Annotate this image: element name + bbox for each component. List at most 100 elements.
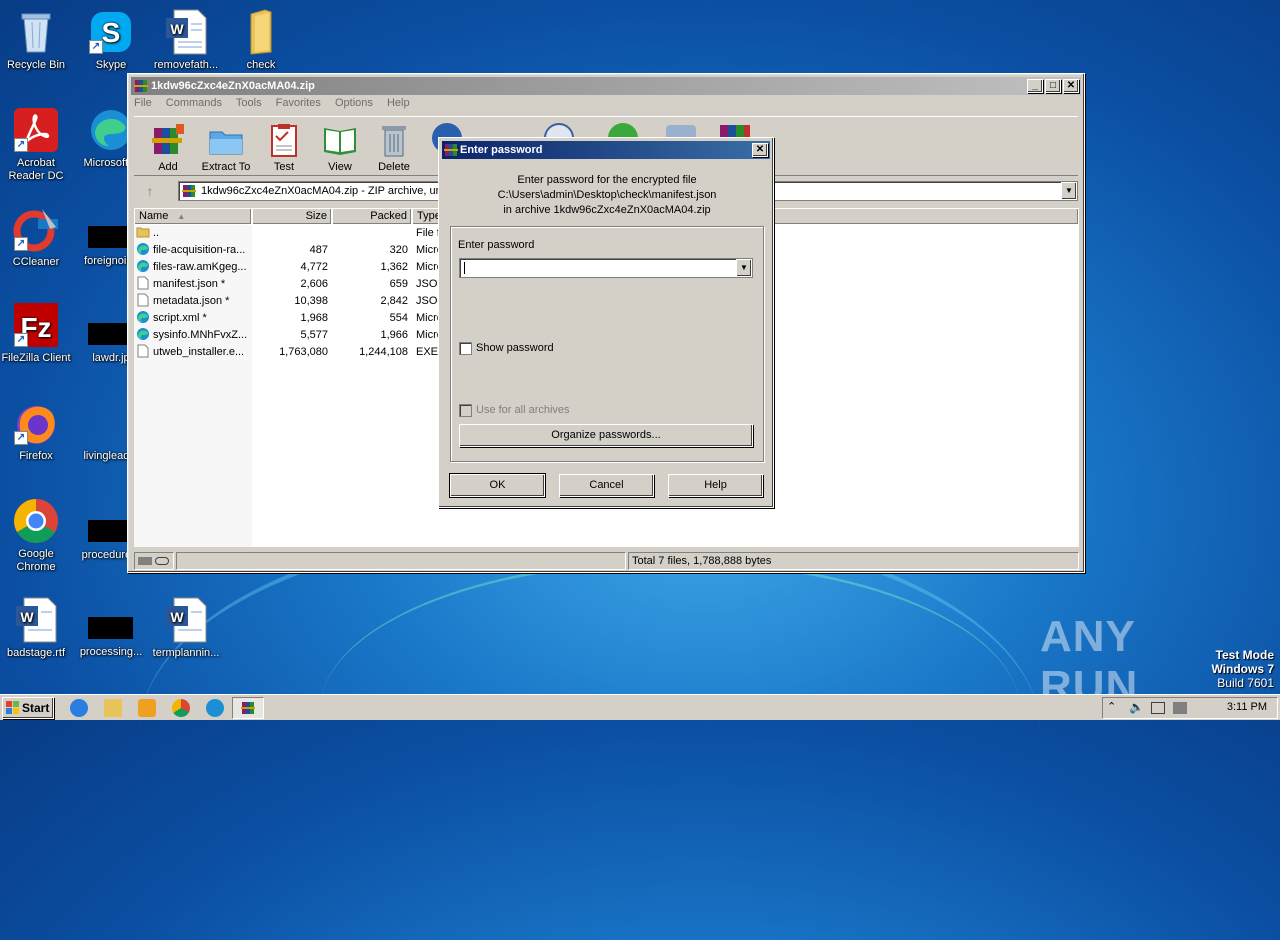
shortcut-arrow-icon: ↗ (14, 333, 28, 347)
media-player-icon[interactable] (138, 699, 156, 717)
menu-tools[interactable]: Tools (236, 97, 262, 109)
file-packed: 2,842 (380, 295, 408, 307)
word-document-icon: W (12, 596, 60, 644)
menu-commands[interactable]: Commands (166, 97, 222, 109)
volume-icon[interactable]: 🔈 (1129, 700, 1144, 714)
menu-favorites[interactable]: Favorites (276, 97, 321, 109)
menu-options[interactable]: Options (335, 97, 373, 109)
file-size: 10,398 (294, 295, 328, 307)
delete-button[interactable]: Delete (364, 122, 424, 173)
edge-file-icon (136, 327, 150, 341)
extract-folder-icon (208, 122, 244, 158)
redacted-thumbnail (88, 226, 128, 248)
chevron-down-icon[interactable]: ▼ (736, 259, 752, 277)
tool-label: Extract To (201, 161, 251, 173)
ccleaner-icon: ↗ (12, 205, 60, 253)
file-name: manifest.json * (136, 276, 250, 293)
file-size: 1,763,080 (279, 346, 328, 358)
clock[interactable]: 3:11 PM (1227, 701, 1267, 713)
view-button[interactable]: View (310, 122, 370, 173)
explorer-folder-icon[interactable] (104, 699, 122, 717)
file-name: metadata.json * (136, 293, 250, 310)
file-name: utweb_installer.e... (136, 344, 250, 361)
menu-file[interactable]: File (134, 97, 152, 109)
menu-help[interactable]: Help (387, 97, 410, 109)
start-button[interactable]: Start (2, 697, 54, 719)
close-button[interactable]: ✕ (1063, 79, 1079, 93)
extract-to-button[interactable]: Extract To (196, 122, 256, 173)
column-name[interactable]: Name ▲ (134, 208, 252, 225)
firefox-icon: ↗ (12, 399, 60, 447)
file-name-text: script.xml * (153, 312, 207, 324)
file-size: 487 (309, 244, 328, 256)
file-name-text: file-acquisition-ra... (153, 244, 246, 256)
dialog-archive-name: in archive 1kdw96cZxc4eZnX0acMA04.zip (503, 204, 711, 216)
dialog-titlebar[interactable]: Enter password ✕ (442, 141, 770, 159)
desktop-icon-badstage[interactable]: W badstage.rtf (0, 596, 74, 660)
show-password-label[interactable]: Show password (476, 342, 554, 354)
desktop-icon-filezilla[interactable]: Fz ↗ FileZilla Client (0, 301, 74, 365)
file-packed: 1,244,108 (359, 346, 408, 358)
tool-label: Add (158, 161, 178, 173)
add-button[interactable]: Add (138, 122, 198, 173)
desktop-icon-label: termplannin... (152, 647, 220, 659)
desktop-icon-termplannin[interactable]: W termplannin... (148, 596, 224, 660)
menu-bar: File Commands Tools Favorites Options He… (134, 97, 421, 113)
action-center-icon[interactable] (1173, 702, 1187, 714)
winrar-app-icon (241, 701, 255, 715)
enter-password-dialog: Enter password ✕ Enter password for the … (438, 137, 774, 508)
desktop-icon-label: check (246, 59, 276, 71)
desktop-icon-label: removefath... (153, 59, 219, 71)
maximize-button[interactable]: □ (1045, 79, 1061, 93)
file-packed: 1,966 (380, 329, 408, 341)
desktop-icon-skype[interactable]: S ↗ Skype (73, 8, 149, 72)
file-name-text: metadata.json * (153, 295, 230, 307)
winrar-taskbar-button[interactable] (232, 697, 264, 719)
up-arrow-icon[interactable]: ↑ (138, 183, 162, 203)
desktop-icon-removefath[interactable]: W removefath... (148, 8, 224, 72)
folder-up-icon (136, 225, 150, 239)
dialog-close-button[interactable]: ✕ (752, 143, 768, 157)
column-packed[interactable]: Packed (332, 208, 412, 225)
organize-passwords-button[interactable]: Organize passwords... (459, 424, 753, 447)
show-password-checkbox[interactable] (459, 342, 472, 355)
desktop-icon-google-chrome[interactable]: Google Chrome (0, 497, 74, 574)
desktop-icon-processing[interactable]: processing... (73, 646, 149, 659)
use-for-all-label: Use for all archives (476, 404, 570, 416)
test-button[interactable]: Test (254, 122, 314, 173)
word-document-icon: W (162, 596, 210, 644)
dialog-title: Enter password (460, 144, 543, 156)
edge-file-icon (136, 310, 150, 324)
word-document-icon: W (162, 8, 210, 56)
svg-text:W: W (170, 21, 184, 37)
password-input[interactable]: ▼ (459, 258, 753, 278)
desktop-icon-check[interactable]: check (223, 8, 299, 72)
minimize-button[interactable]: _ (1027, 79, 1043, 93)
ie-icon[interactable] (70, 699, 88, 717)
desktop-icon-firefox[interactable]: ↗ Firefox (0, 399, 74, 463)
status-drive-icons (134, 552, 174, 570)
file-name: .. (136, 225, 250, 242)
folder-icon (237, 8, 285, 56)
column-size[interactable]: Size (252, 208, 332, 225)
file-name: sysinfo.MNhFvxZ... (136, 327, 250, 344)
help-button[interactable]: Help (668, 474, 763, 497)
cancel-button[interactable]: Cancel (559, 474, 654, 497)
dialog-message-line1: Enter password for the encrypted file (517, 174, 697, 186)
chrome-taskbar-icon[interactable] (172, 699, 190, 717)
winrar-titlebar[interactable]: 1kdw96cZxc4eZnX0acMA04.zip _ □ ✕ (131, 77, 1081, 95)
desktop-icon-ccleaner[interactable]: ↗ CCleaner (0, 205, 74, 269)
edge-taskbar-icon[interactable] (206, 699, 224, 717)
test-clipboard-icon (266, 122, 302, 158)
desktop-icon-acrobat[interactable]: ↗ Acrobat Reader DC (0, 106, 74, 183)
desktop-icon-recycle-bin[interactable]: Recycle Bin (0, 8, 74, 72)
chevron-down-icon[interactable]: ▼ (1061, 182, 1077, 200)
system-tray: ⌃ 🔈 3:11 PM (1102, 697, 1278, 719)
ok-button[interactable]: OK (449, 473, 546, 498)
desktop-icon-label: FileZilla Client (1, 352, 71, 364)
network-icon[interactable] (1151, 702, 1165, 714)
document-icon (136, 293, 150, 307)
column-name-label: Name (139, 210, 169, 222)
show-hidden-icons-icon[interactable]: ⌃ (1107, 700, 1116, 713)
desktop-icon-label: CCleaner (12, 256, 60, 268)
